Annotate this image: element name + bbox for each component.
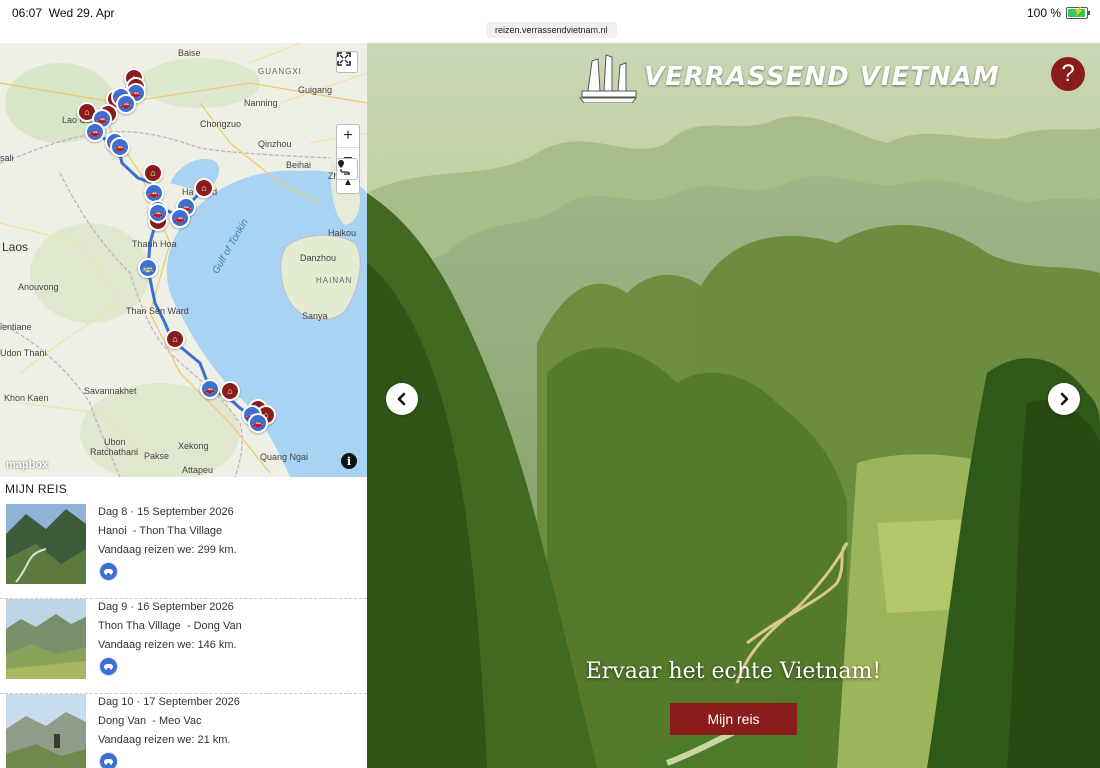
hero-slider: VERRASSEND VIETNAM ? Ervaar het echte Vi…: [367, 43, 1100, 768]
day-thumbnail: [6, 504, 86, 584]
map-label: Danzhou: [300, 253, 337, 263]
map-label: Nanning: [244, 98, 278, 108]
day-distance: Vandaag reizen we: 146 km.: [98, 639, 237, 651]
logo-emblem-icon: [578, 54, 638, 103]
day-thumbnail: [6, 694, 86, 768]
car-icon: [99, 657, 118, 676]
battery-status: 100 % ⚡: [1026, 6, 1090, 20]
route-map[interactable]: Baise GUANGXI Guigang Nanning Chongzuo L…: [0, 43, 367, 477]
day-route: Hanoi - Thon Tha Village: [98, 525, 223, 537]
url-bar[interactable]: reizen.verrassendvietnam.nl: [486, 22, 617, 38]
map-label: Beihai: [286, 160, 312, 170]
map-label: Ratchathani: [90, 447, 139, 457]
map-label: Guigang: [298, 85, 333, 95]
map-label: Quang Ngai: [260, 452, 309, 462]
day-route: Thon Tha Village - Dong Van: [98, 620, 242, 632]
trip-panel: MIJN REIS Dag 8 · 15 September 2026 Hano…: [0, 477, 367, 768]
route-pin-icon: [338, 160, 350, 175]
mapbox-logo: mapbox: [6, 459, 49, 471]
map-label: GUANGXI: [258, 67, 302, 76]
car-icon: [99, 562, 118, 581]
chevron-right-icon: [1060, 392, 1069, 406]
trip-day-item[interactable]: Dag 9 · 16 September 2026 Thon Tha Villa…: [0, 599, 367, 694]
day-date: Dag 8 · 15 September 2026: [98, 506, 234, 518]
day-date: Dag 9 · 16 September 2026: [98, 601, 234, 613]
map-label: Sanya: [302, 311, 328, 321]
route-pin-button[interactable]: [336, 158, 358, 180]
day-thumbnail: [6, 599, 86, 679]
status-time: 06:07 Wed 29. Apr: [12, 6, 115, 20]
day-route: Dong Van - Meo Vac: [98, 715, 202, 727]
accommodation-pin[interactable]: ⌂: [143, 163, 163, 183]
car-pin[interactable]: 🚗: [148, 203, 168, 223]
status-bar: 06:07 Wed 29. Apr reizen.verrassendvietn…: [0, 0, 1100, 43]
map-label: Haikou: [328, 228, 357, 238]
map-label: Qinzhou: [258, 139, 292, 149]
car-pin[interactable]: 🚗: [170, 208, 190, 228]
map-label: Khon Kaen: [4, 393, 49, 403]
map-label: Savannakhet: [84, 386, 137, 396]
car-pin[interactable]: 🚗: [200, 379, 220, 399]
car-icon: [99, 752, 118, 768]
map-label: Baise: [178, 48, 201, 58]
map-label: Thanh Hoa: [132, 239, 177, 249]
attribution-info-button[interactable]: i: [341, 453, 357, 469]
chevron-left-icon: [397, 392, 406, 406]
map-label: Than Sen Ward: [126, 306, 189, 316]
map-label: Udon Thani: [0, 348, 47, 358]
bus-pin[interactable]: 🚌: [138, 258, 158, 278]
car-pin[interactable]: 🚗: [110, 137, 130, 157]
day-distance: Vandaag reizen we: 299 km.: [98, 544, 237, 556]
trip-title: MIJN REIS: [5, 482, 68, 496]
day-distance: Vandaag reizen we: 21 km.: [98, 734, 231, 746]
hero-headline: Ervaar het echte Vietnam!: [585, 659, 882, 684]
accommodation-pin[interactable]: ⌂: [165, 329, 185, 349]
map-label: Pakse: [144, 451, 170, 461]
site-logo[interactable]: VERRASSEND VIETNAM: [578, 51, 1000, 103]
accommodation-pin[interactable]: ⌂: [194, 178, 214, 198]
fullscreen-button[interactable]: [336, 51, 358, 73]
map-label: sali: [0, 153, 14, 163]
battery-percent: 100 %: [1026, 6, 1061, 20]
day-date: Dag 10 · 17 September 2026: [98, 696, 240, 708]
trip-day-item[interactable]: Dag 8 · 15 September 2026 Hanoi - Thon T…: [0, 504, 367, 599]
next-slide-button[interactable]: [1048, 383, 1080, 415]
map-label: ientiane: [0, 322, 32, 332]
trip-day-item[interactable]: Dag 10 · 17 September 2026 Dong Van - Me…: [0, 694, 367, 768]
car-pin[interactable]: 🚗: [85, 122, 105, 142]
map-label: HAINAN: [316, 276, 353, 285]
map-label: Anouvong: [18, 282, 59, 292]
battery-icon: ⚡: [1066, 6, 1090, 19]
car-pin[interactable]: 🚗: [116, 94, 136, 114]
car-pin[interactable]: 🚗: [248, 413, 268, 433]
map-label: Laos: [2, 240, 29, 254]
map-label: Attapeu: [182, 465, 214, 475]
help-button[interactable]: ?: [1051, 57, 1085, 91]
zoom-in-button[interactable]: +: [337, 125, 359, 148]
previous-slide-button[interactable]: [386, 383, 418, 415]
my-trip-button[interactable]: Mijn reis: [670, 703, 797, 735]
map-label: Xekong: [178, 441, 209, 451]
accommodation-pin[interactable]: ⌂: [220, 381, 240, 401]
logo-text: VERRASSEND VIETNAM: [644, 62, 1000, 92]
fullscreen-icon: [337, 52, 351, 66]
map-label: Chongzuo: [200, 119, 242, 129]
map-label: Ubon: [104, 437, 126, 447]
